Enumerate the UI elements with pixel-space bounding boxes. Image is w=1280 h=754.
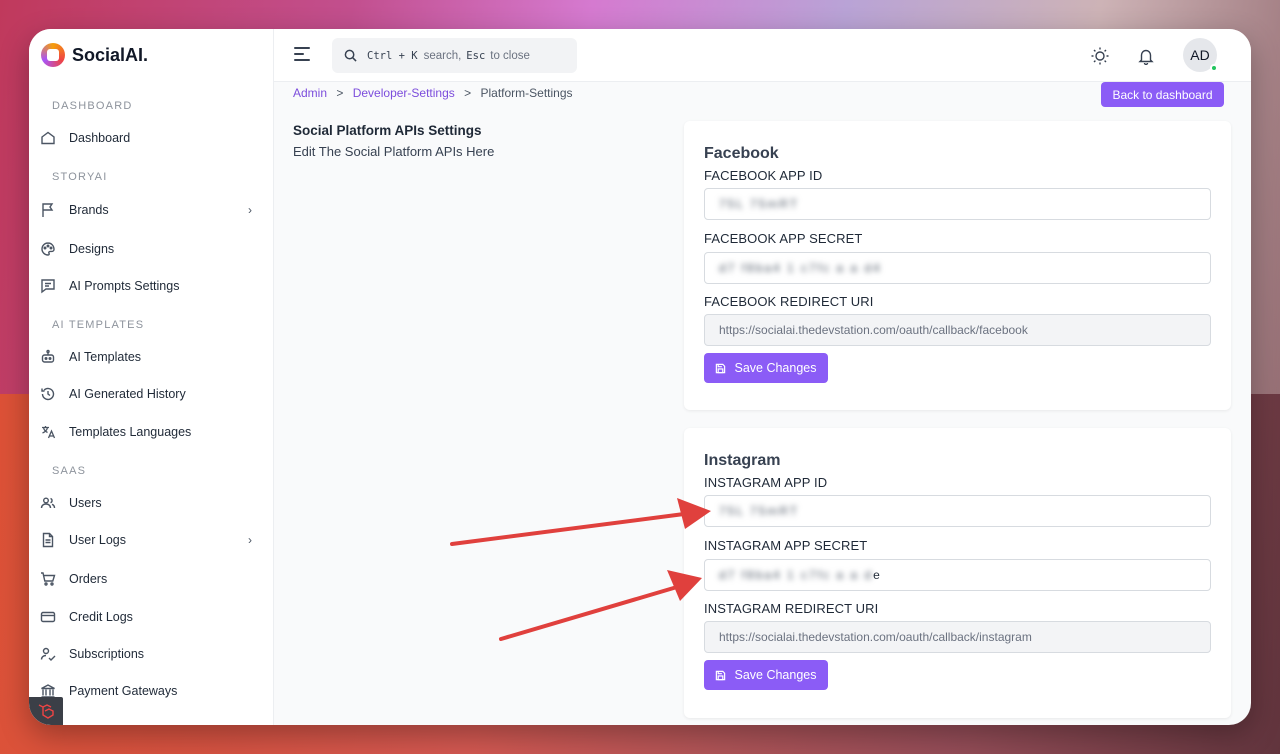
search-icon <box>344 49 357 62</box>
facebook-save-button[interactable]: Save Changes <box>704 353 828 383</box>
sidebar-item-brands[interactable]: Brands › <box>39 195 264 225</box>
arrow-to-instagram-app-id <box>450 498 711 546</box>
sidebar-item-user-logs[interactable]: User Logs › <box>39 525 264 555</box>
page-subtitle: Edit The Social Platform APIs Here <box>293 144 495 159</box>
section-storyai: STORYAI <box>52 171 108 183</box>
facebook-app-secret-field[interactable]: d7 f8ba4 1 c7fc a a d4 <box>704 252 1211 284</box>
sidebar-item-subscriptions[interactable]: Subscriptions <box>39 639 264 669</box>
section-dashboard: DASHBOARD <box>52 100 133 112</box>
section-ai-templates: AI TEMPLATES <box>52 319 145 331</box>
sidebar-item-ai-prompts-settings[interactable]: AI Prompts Settings <box>39 271 264 301</box>
instagram-redirect-label: INSTAGRAM REDIRECT URI <box>704 601 879 616</box>
save-icon <box>715 363 726 374</box>
online-status-dot <box>1210 64 1218 72</box>
sidebar-item-dashboard[interactable]: Dashboard <box>39 123 264 153</box>
search-input[interactable]: Ctrl + K search, Esc to close <box>332 38 577 73</box>
arrow-to-instagram-app-secret <box>499 570 702 641</box>
flag-icon <box>39 201 57 219</box>
search-hint: search, <box>423 49 462 62</box>
robot-icon <box>39 348 57 366</box>
theme-toggle-icon[interactable] <box>1089 45 1111 67</box>
breadcrumb-developer-settings[interactable]: Developer-Settings <box>353 86 455 100</box>
user-check-icon <box>39 645 57 663</box>
instagram-redirect-field: https://socialai.thedevstation.com/oauth… <box>704 621 1211 653</box>
instagram-secret-tail: e <box>873 568 880 582</box>
avatar[interactable]: AD <box>1183 38 1218 72</box>
instagram-app-id-label: INSTAGRAM APP ID <box>704 475 828 490</box>
facebook-app-secret-label: FACEBOOK APP SECRET <box>704 231 863 246</box>
topbar: Ctrl + K search, Esc to close AD <box>274 29 1251 82</box>
sidebar-item-payment-gateways[interactable]: Payment Gateways <box>39 676 264 706</box>
back-to-dashboard-button[interactable]: Back to dashboard <box>1101 82 1224 107</box>
facebook-app-id-label: FACEBOOK APP ID <box>704 168 823 183</box>
message-icon <box>39 277 57 295</box>
sidebar-item-users[interactable]: Users <box>39 488 264 518</box>
sidebar-item-ai-generated-history[interactable]: AI Generated History <box>39 379 264 409</box>
app-logo[interactable]: SocialAI. <box>41 43 148 67</box>
breadcrumb-admin[interactable]: Admin <box>293 86 327 100</box>
chevron-right-icon: › <box>248 533 252 547</box>
sidebar-item-credit-logs[interactable]: Credit Logs <box>39 602 264 632</box>
users-icon <box>39 494 57 512</box>
facebook-title: Facebook <box>704 145 779 162</box>
cart-icon <box>39 570 57 588</box>
facebook-card: Facebook FACEBOOK APP ID 75L 75mRT FACEB… <box>684 121 1231 410</box>
bell-icon[interactable] <box>1135 45 1157 67</box>
credit-card-icon <box>39 608 57 626</box>
history-icon <box>39 385 57 403</box>
translate-icon <box>39 423 57 441</box>
instagram-card: Instagram INSTAGRAM APP ID 75L 75mRT INS… <box>684 428 1231 718</box>
chevron-right-icon: › <box>248 203 252 217</box>
page-title: Social Platform APIs Settings <box>293 123 482 138</box>
instagram-app-secret-label: INSTAGRAM APP SECRET <box>704 538 868 553</box>
sidebar-item-templates-languages[interactable]: Templates Languages <box>39 417 264 447</box>
document-icon <box>39 531 57 549</box>
app-window: SocialAI. DASHBOARD Dashboard STORYAI Br… <box>29 29 1251 725</box>
section-saas: SAAS <box>52 465 87 477</box>
logo-icon <box>41 43 65 67</box>
sidebar-item-designs[interactable]: Designs <box>39 234 264 264</box>
facebook-redirect-field: https://socialai.thedevstation.com/oauth… <box>704 314 1211 346</box>
sidebar-item-orders[interactable]: Orders <box>39 564 264 594</box>
menu-toggle-icon[interactable] <box>294 47 310 65</box>
breadcrumb-platform-settings: Platform-Settings <box>480 86 573 100</box>
search-esc-key: Esc <box>466 49 486 62</box>
instagram-title: Instagram <box>704 452 781 469</box>
home-icon <box>39 129 57 147</box>
laravel-debug-icon[interactable] <box>29 697 63 725</box>
palette-icon <box>39 240 57 258</box>
save-icon <box>715 670 726 681</box>
search-shortcut: Ctrl + K <box>367 49 418 62</box>
instagram-save-button[interactable]: Save Changes <box>704 660 828 690</box>
facebook-redirect-label: FACEBOOK REDIRECT URI <box>704 294 874 309</box>
instagram-app-secret-field[interactable]: d7 f8ba4 1 c7fc a a d e <box>704 559 1211 591</box>
app-name: SocialAI. <box>72 44 149 65</box>
facebook-app-id-field[interactable]: 75L 75mRT <box>704 188 1211 220</box>
sidebar: SocialAI. DASHBOARD Dashboard STORYAI Br… <box>29 29 274 725</box>
search-close-hint: to close <box>490 49 530 62</box>
instagram-app-id-field[interactable]: 75L 75mRT <box>704 495 1211 527</box>
breadcrumb: Admin > Developer-Settings > Platform-Se… <box>293 86 573 100</box>
sidebar-item-ai-templates[interactable]: AI Templates <box>39 342 264 372</box>
